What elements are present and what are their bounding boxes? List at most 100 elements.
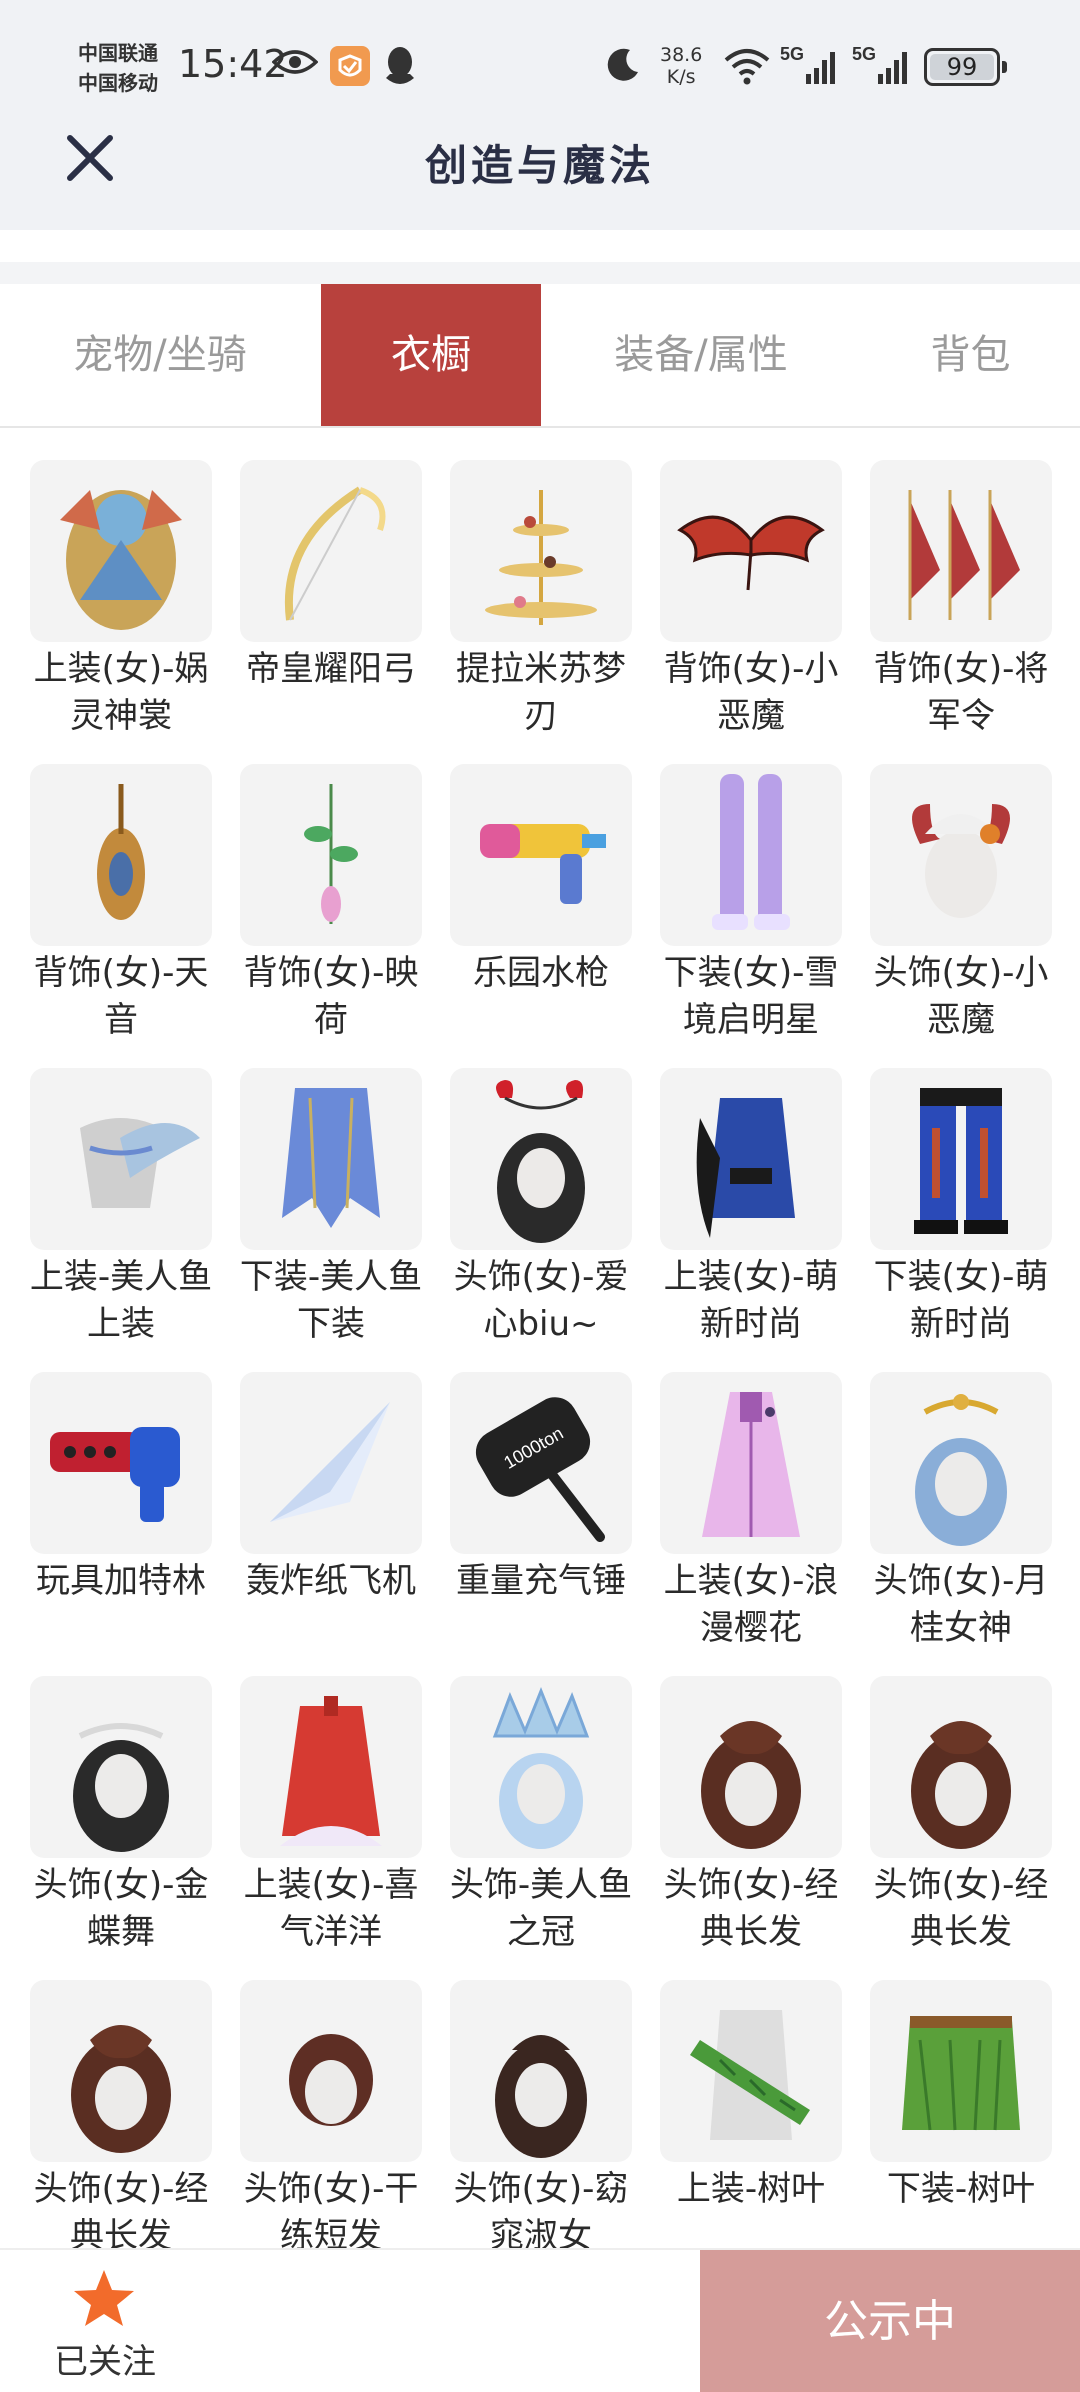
- laurel-head-icon: [915, 1394, 1007, 1546]
- item-name: 帝皇耀阳弓: [246, 649, 416, 689]
- wardrobe-item[interactable]: 下装-树叶: [870, 1980, 1052, 2280]
- wardrobe-item[interactable]: 背饰(女)-将军令: [870, 460, 1052, 760]
- item-thumbnail: [870, 1676, 1052, 1858]
- wardrobe-item[interactable]: 头饰(女)-爱心biu~: [450, 1068, 632, 1368]
- wardrobe-item[interactable]: 上装-树叶: [660, 1980, 842, 2280]
- wardrobe-item[interactable]: 头饰-美人鱼之冠: [450, 1676, 632, 1976]
- heart-headband-icon: [496, 1080, 585, 1243]
- eye-icon: [272, 50, 318, 74]
- mermaid-crown-icon: [492, 1686, 590, 1849]
- item-name: 上装(女)-萌新时尚: [663, 1257, 839, 1344]
- wardrobe-item[interactable]: 头饰(女)-经典长发: [660, 1676, 842, 1976]
- tab-equipment-attributes[interactable]: 装备/属性: [541, 284, 861, 426]
- wifi-icon: [724, 49, 770, 85]
- sakura-dress-icon: [702, 1392, 800, 1537]
- paper-plane-icon: [270, 1402, 390, 1522]
- item-thumbnail: [30, 1068, 212, 1250]
- item-name: 玩具加特林: [36, 1561, 206, 1601]
- item-thumbnail: [660, 1980, 842, 2162]
- fashion-pants-icon: [914, 1088, 1008, 1234]
- item-thumbnail: [870, 460, 1052, 642]
- mermaid-top-icon: [80, 1118, 200, 1208]
- wardrobe-item[interactable]: 背饰(女)-天音: [30, 764, 212, 1064]
- wardrobe-item[interactable]: 下装-美人鱼下装: [240, 1068, 422, 1368]
- wardrobe-item[interactable]: 头饰(女)-干练短发: [240, 1980, 422, 2280]
- wardrobe-item[interactable]: 玩具加特林: [30, 1372, 212, 1672]
- item-name: 下装(女)-雪境启明星: [663, 953, 839, 1040]
- item-thumbnail: [240, 1980, 422, 2162]
- bow-icon: [284, 486, 386, 621]
- item-name: 背饰(女)-天音: [33, 953, 209, 1040]
- water-gun-icon: [480, 824, 606, 904]
- item-thumbnail: [450, 1068, 632, 1250]
- wardrobe-item[interactable]: 头饰(女)-经典长发: [30, 1980, 212, 2280]
- wardrobe-item[interactable]: 提拉米苏梦刃: [450, 460, 632, 760]
- item-thumbnail: [30, 1676, 212, 1858]
- long-hair-icon: [71, 2025, 171, 2153]
- wardrobe-item[interactable]: 头饰(女)-经典长发: [870, 1676, 1052, 1976]
- devil-wings-icon: [677, 515, 825, 591]
- wardrobe-item[interactable]: 头饰(女)-月桂女神: [870, 1372, 1052, 1672]
- item-name: 头饰(女)-干练短发: [243, 2169, 419, 2256]
- item-thumbnail: [30, 460, 212, 642]
- lute-icon: [97, 784, 145, 920]
- item-name: 头饰(女)-小恶魔: [873, 953, 1049, 1040]
- leaf-skirt-icon: [902, 2016, 1020, 2131]
- wardrobe-item[interactable]: 头饰(女)-金蝶舞: [30, 1676, 212, 1976]
- item-name: 头饰(女)-经典长发: [663, 1865, 839, 1952]
- mermaid-tail-icon: [282, 1088, 380, 1228]
- wardrobe-item[interactable]: 头饰(女)-窈窕淑女: [450, 1980, 632, 2280]
- long-hair-icon: [701, 1721, 801, 1849]
- item-thumbnail: [240, 1676, 422, 1858]
- wardrobe-item[interactable]: 下装(女)-雪境启明星: [660, 764, 842, 1064]
- item-thumbnail: [660, 460, 842, 642]
- wardrobe-item[interactable]: 下装(女)-萌新时尚: [870, 1068, 1052, 1368]
- wardrobe-item[interactable]: 乐园水枪: [450, 764, 632, 1064]
- app-notification-icon: [330, 46, 370, 86]
- moon-icon: [607, 48, 638, 81]
- item-name: 背饰(女)-映荷: [243, 953, 419, 1040]
- dessert-stand-icon: [485, 490, 597, 625]
- wardrobe-item[interactable]: 轰炸纸飞机: [240, 1372, 422, 1672]
- leaf-top-icon: [690, 2010, 810, 2140]
- follow-button[interactable]: 已关注: [0, 2250, 210, 2392]
- bottom-bar: 已关注 公示中: [0, 2248, 1080, 2392]
- tab-wardrobe[interactable]: 衣橱: [321, 284, 541, 426]
- item-name: 乐园水枪: [473, 953, 609, 993]
- item-thumbnail: [870, 1980, 1052, 2162]
- item-thumbnail: [240, 764, 422, 946]
- long-hair-icon: [911, 1721, 1011, 1849]
- stockings-icon: [712, 774, 790, 930]
- item-thumbnail: [660, 1372, 842, 1554]
- wardrobe-item[interactable]: 帝皇耀阳弓: [240, 460, 422, 760]
- item-name: 头饰(女)-窈窕淑女: [453, 2169, 629, 2256]
- speed-value: 38.6: [660, 44, 703, 66]
- notice-button[interactable]: 公示中: [700, 2250, 1080, 2392]
- wardrobe-item[interactable]: 上装(女)-喜气洋洋: [240, 1676, 422, 1976]
- item-thumbnail: [660, 1676, 842, 1858]
- short-hair-icon: [289, 2034, 373, 2126]
- wardrobe-item[interactable]: 背饰(女)-小恶魔: [660, 460, 842, 760]
- item-name: 头饰(女)-经典长发: [873, 1865, 1049, 1952]
- qq-icon: [386, 47, 414, 84]
- wardrobe-item[interactable]: 1000ton 重量充气锤: [450, 1372, 632, 1672]
- tab-pets-mounts[interactable]: 宠物/坐骑: [0, 284, 320, 426]
- wardrobe-item[interactable]: 头饰(女)-小恶魔: [870, 764, 1052, 1064]
- wardrobe-item[interactable]: 上装(女)-浪漫樱花: [660, 1372, 842, 1672]
- wardrobe-item[interactable]: 上装(女)-萌新时尚: [660, 1068, 842, 1368]
- fashion-top-icon: [696, 1098, 795, 1238]
- wardrobe-item[interactable]: 上装(女)-娲灵神裳: [30, 460, 212, 760]
- wardrobe-item[interactable]: 背饰(女)-映荷: [240, 764, 422, 1064]
- item-thumbnail: 1000ton: [450, 1372, 632, 1554]
- signal-1-icon: 5G: [780, 44, 835, 84]
- item-name: 背饰(女)-小恶魔: [663, 649, 839, 736]
- item-thumbnail: [450, 460, 632, 642]
- item-thumbnail: [30, 1372, 212, 1554]
- carrier-1: 中国联通: [78, 41, 158, 65]
- tab-backpack[interactable]: 背包: [861, 284, 1080, 426]
- wardrobe-item[interactable]: 上装-美人鱼上装: [30, 1068, 212, 1368]
- item-thumbnail: [450, 764, 632, 946]
- item-thumbnail: [450, 1676, 632, 1858]
- item-name: 头饰(女)-经典长发: [33, 2169, 209, 2256]
- butterfly-head-icon: [73, 1723, 169, 1852]
